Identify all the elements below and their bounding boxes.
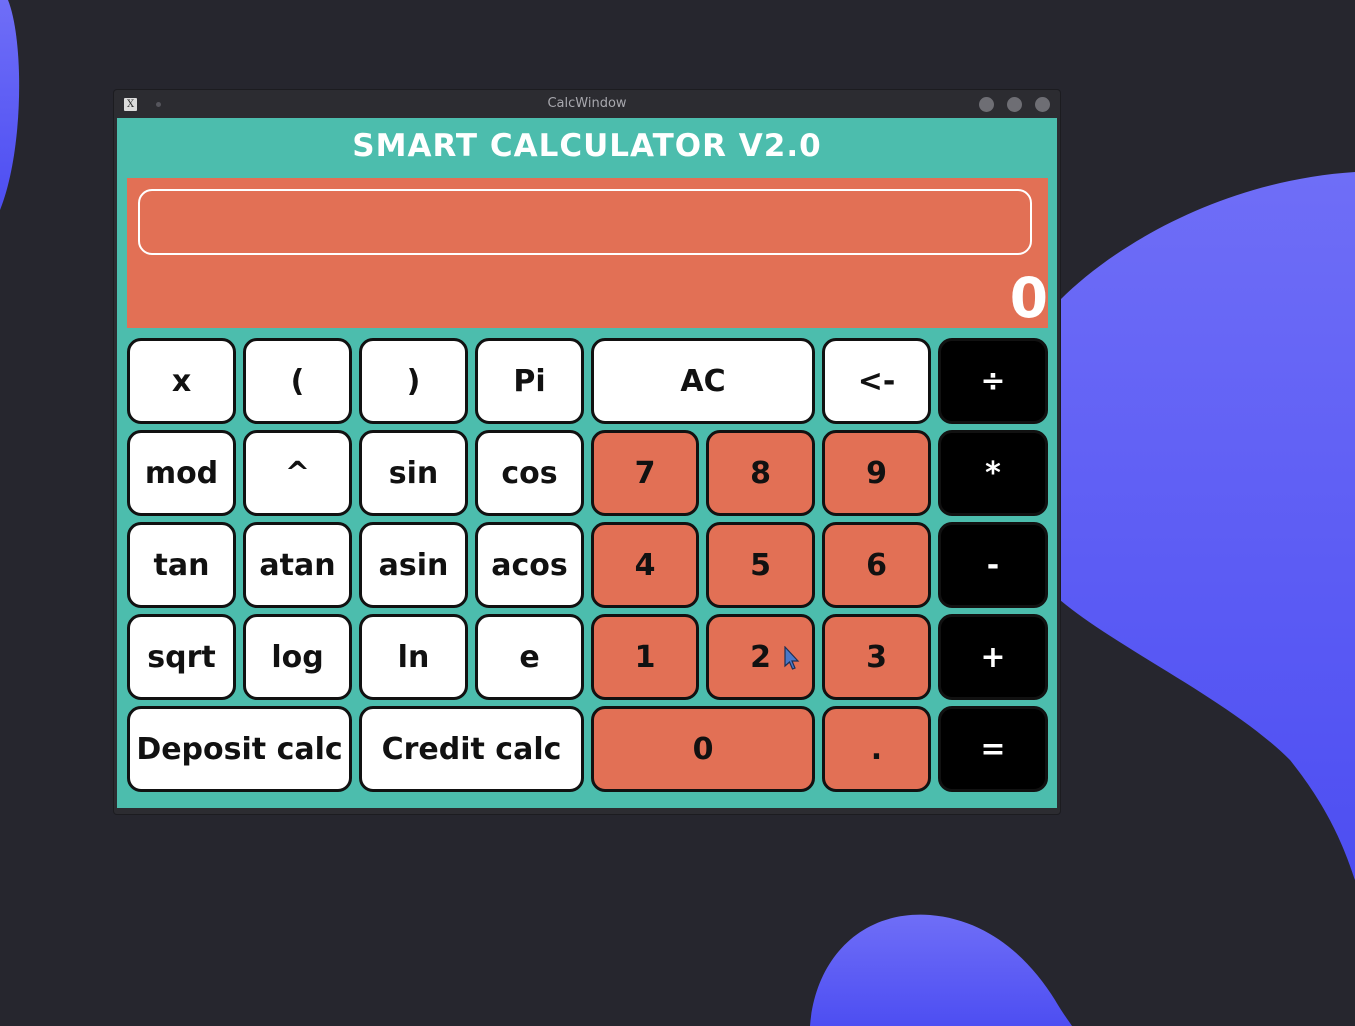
- window-titlebar[interactable]: X CalcWindow: [114, 90, 1060, 118]
- window-title: CalcWindow: [547, 96, 627, 111]
- sqrt-button[interactable]: sqrt: [127, 614, 236, 700]
- mouse-pointer-icon: [784, 646, 800, 670]
- digit-4-button[interactable]: 4: [591, 522, 699, 608]
- asin-button[interactable]: asin: [359, 522, 468, 608]
- sin-button[interactable]: sin: [359, 430, 468, 516]
- close-window-button[interactable]: [1035, 97, 1050, 112]
- backspace-button[interactable]: <-: [822, 338, 931, 424]
- power-button[interactable]: ^: [243, 430, 352, 516]
- decimal-point-button[interactable]: .: [822, 706, 931, 792]
- x-button[interactable]: x: [127, 338, 236, 424]
- acos-button[interactable]: acos: [475, 522, 584, 608]
- log-button[interactable]: log: [243, 614, 352, 700]
- all-clear-button[interactable]: AC: [591, 338, 815, 424]
- calc-window: X CalcWindow SMART CALCULATOR V2.0 0 x (…: [114, 90, 1060, 814]
- result-display: 0: [1009, 266, 1048, 330]
- credit-calc-button[interactable]: Credit calc: [359, 706, 584, 792]
- app-title: SMART CALCULATOR V2.0: [352, 128, 822, 164]
- pi-button[interactable]: Pi: [475, 338, 584, 424]
- open-paren-button[interactable]: (: [243, 338, 352, 424]
- digit-0-button[interactable]: 0: [591, 706, 815, 792]
- multiply-button[interactable]: *: [938, 430, 1048, 516]
- minimize-window-button[interactable]: [979, 97, 994, 112]
- equals-button[interactable]: =: [938, 706, 1048, 792]
- minus-button[interactable]: -: [938, 522, 1048, 608]
- mod-button[interactable]: mod: [127, 430, 236, 516]
- digit-5-button[interactable]: 5: [706, 522, 815, 608]
- deposit-calc-button[interactable]: Deposit calc: [127, 706, 352, 792]
- digit-6-button[interactable]: 6: [822, 522, 931, 608]
- digit-7-button[interactable]: 7: [591, 430, 699, 516]
- calculator-panel: SMART CALCULATOR V2.0 0 x ( ) Pi AC <- ÷…: [117, 118, 1057, 808]
- close-paren-button[interactable]: ): [359, 338, 468, 424]
- atan-button[interactable]: atan: [243, 522, 352, 608]
- tan-button[interactable]: tan: [127, 522, 236, 608]
- maximize-window-button[interactable]: [1007, 97, 1022, 112]
- divide-button[interactable]: ÷: [938, 338, 1048, 424]
- plus-button[interactable]: +: [938, 614, 1048, 700]
- ln-button[interactable]: ln: [359, 614, 468, 700]
- digit-8-button[interactable]: 8: [706, 430, 815, 516]
- cos-button[interactable]: cos: [475, 430, 584, 516]
- digit-3-button[interactable]: 3: [822, 614, 931, 700]
- digit-1-button[interactable]: 1: [591, 614, 699, 700]
- expression-input[interactable]: [138, 189, 1032, 255]
- display-panel: 0: [127, 178, 1048, 330]
- e-button[interactable]: e: [475, 614, 584, 700]
- digit-9-button[interactable]: 9: [822, 430, 931, 516]
- desktop: X CalcWindow SMART CALCULATOR V2.0 0 x (…: [0, 0, 1355, 1026]
